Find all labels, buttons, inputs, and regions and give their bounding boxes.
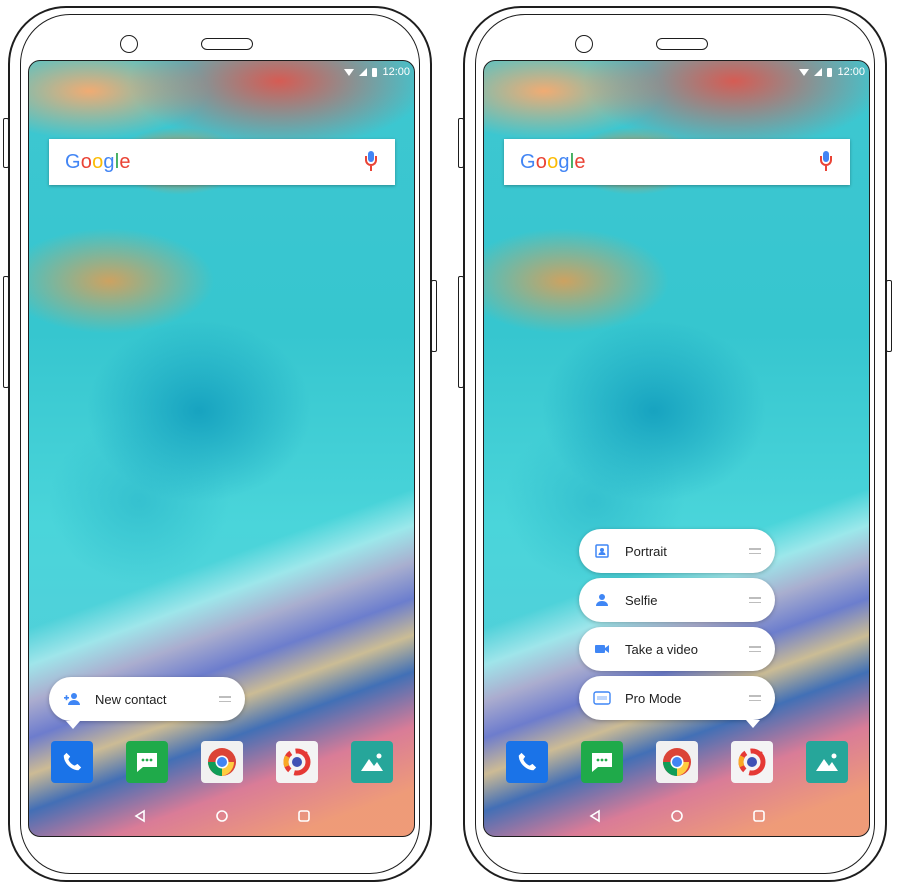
shortcut-take-a-video[interactable]: Take a video [579, 627, 775, 671]
shortcut-label: Pro Mode [625, 690, 682, 706]
mic-icon[interactable] [365, 151, 377, 173]
shortcut-label: Take a video [625, 641, 698, 657]
shortcut-pro-mode[interactable]: Pro Mode [579, 676, 775, 720]
volume-button [458, 118, 464, 168]
wifi-icon [799, 68, 810, 76]
home-icon[interactable] [670, 809, 684, 823]
chrome-app-icon[interactable] [656, 741, 698, 783]
video-icon [593, 640, 611, 658]
camera-icon [283, 748, 311, 776]
front-camera [120, 35, 138, 53]
battery-icon [827, 67, 833, 77]
messages-icon [592, 753, 612, 772]
home-screen: 12:00 Google Portrait Selfie Take a vide… [483, 60, 870, 837]
mic-icon[interactable] [820, 151, 832, 173]
back-icon[interactable] [588, 809, 602, 823]
home-screen: 12:00 Google New contact [28, 60, 415, 837]
recents-icon[interactable] [752, 809, 766, 823]
chrome-icon [208, 748, 236, 776]
earpiece-speaker [656, 38, 708, 50]
google-search-bar[interactable]: Google [49, 139, 395, 185]
portrait-icon [593, 542, 611, 560]
battery-icon [372, 67, 378, 77]
messages-app-icon[interactable] [581, 741, 623, 783]
phone-icon [518, 752, 537, 771]
phone-app-icon[interactable] [51, 741, 93, 783]
volume-button [3, 276, 9, 388]
gallery-icon [816, 753, 838, 771]
phone-icon [63, 752, 82, 771]
wifi-icon [344, 68, 355, 76]
status-bar: 12:00 [799, 65, 865, 79]
right-phone-frame: 12:00 Google Portrait Selfie Take a vide… [458, 6, 892, 882]
status-time: 12:00 [837, 66, 865, 78]
chrome-icon [663, 748, 691, 776]
drag-handle-icon[interactable] [749, 597, 761, 603]
shortcut-pointer [746, 720, 760, 728]
shortcut-label: New contact [95, 691, 167, 707]
gallery-app-icon[interactable] [351, 741, 393, 783]
status-time: 12:00 [382, 66, 410, 78]
drag-handle-icon[interactable] [749, 695, 761, 701]
earpiece-speaker [201, 38, 253, 50]
power-button [431, 280, 437, 352]
gallery-icon [361, 753, 383, 771]
signal-icon [814, 68, 823, 76]
camera-app-icon[interactable] [276, 741, 318, 783]
phone-app-icon[interactable] [506, 741, 548, 783]
camera-icon [738, 748, 766, 776]
home-icon[interactable] [215, 809, 229, 823]
status-bar: 12:00 [344, 65, 410, 79]
shortcut-portrait[interactable]: Portrait [579, 529, 775, 573]
left-phone-frame: 12:00 Google New contact [3, 6, 437, 882]
selfie-icon [593, 591, 611, 609]
pro-mode-icon [593, 689, 611, 707]
drag-handle-icon[interactable] [219, 696, 231, 702]
signal-icon [359, 68, 368, 76]
camera-app-icon[interactable] [731, 741, 773, 783]
shortcut-pointer [66, 721, 80, 729]
messages-icon [137, 753, 157, 772]
shortcut-selfie[interactable]: Selfie [579, 578, 775, 622]
chrome-app-icon[interactable] [201, 741, 243, 783]
front-camera [575, 35, 593, 53]
google-logo: Google [520, 150, 586, 173]
shortcut-new-contact[interactable]: New contact [49, 677, 245, 721]
google-logo: Google [65, 150, 131, 173]
drag-handle-icon[interactable] [749, 548, 761, 554]
back-icon[interactable] [133, 809, 147, 823]
drag-handle-icon[interactable] [749, 646, 761, 652]
google-search-bar[interactable]: Google [504, 139, 850, 185]
add-contact-icon [63, 690, 81, 708]
volume-button [3, 118, 9, 168]
shortcut-label: Selfie [625, 592, 658, 608]
shortcut-label: Portrait [625, 543, 667, 559]
recents-icon[interactable] [297, 809, 311, 823]
messages-app-icon[interactable] [126, 741, 168, 783]
power-button [886, 280, 892, 352]
gallery-app-icon[interactable] [806, 741, 848, 783]
volume-button [458, 276, 464, 388]
